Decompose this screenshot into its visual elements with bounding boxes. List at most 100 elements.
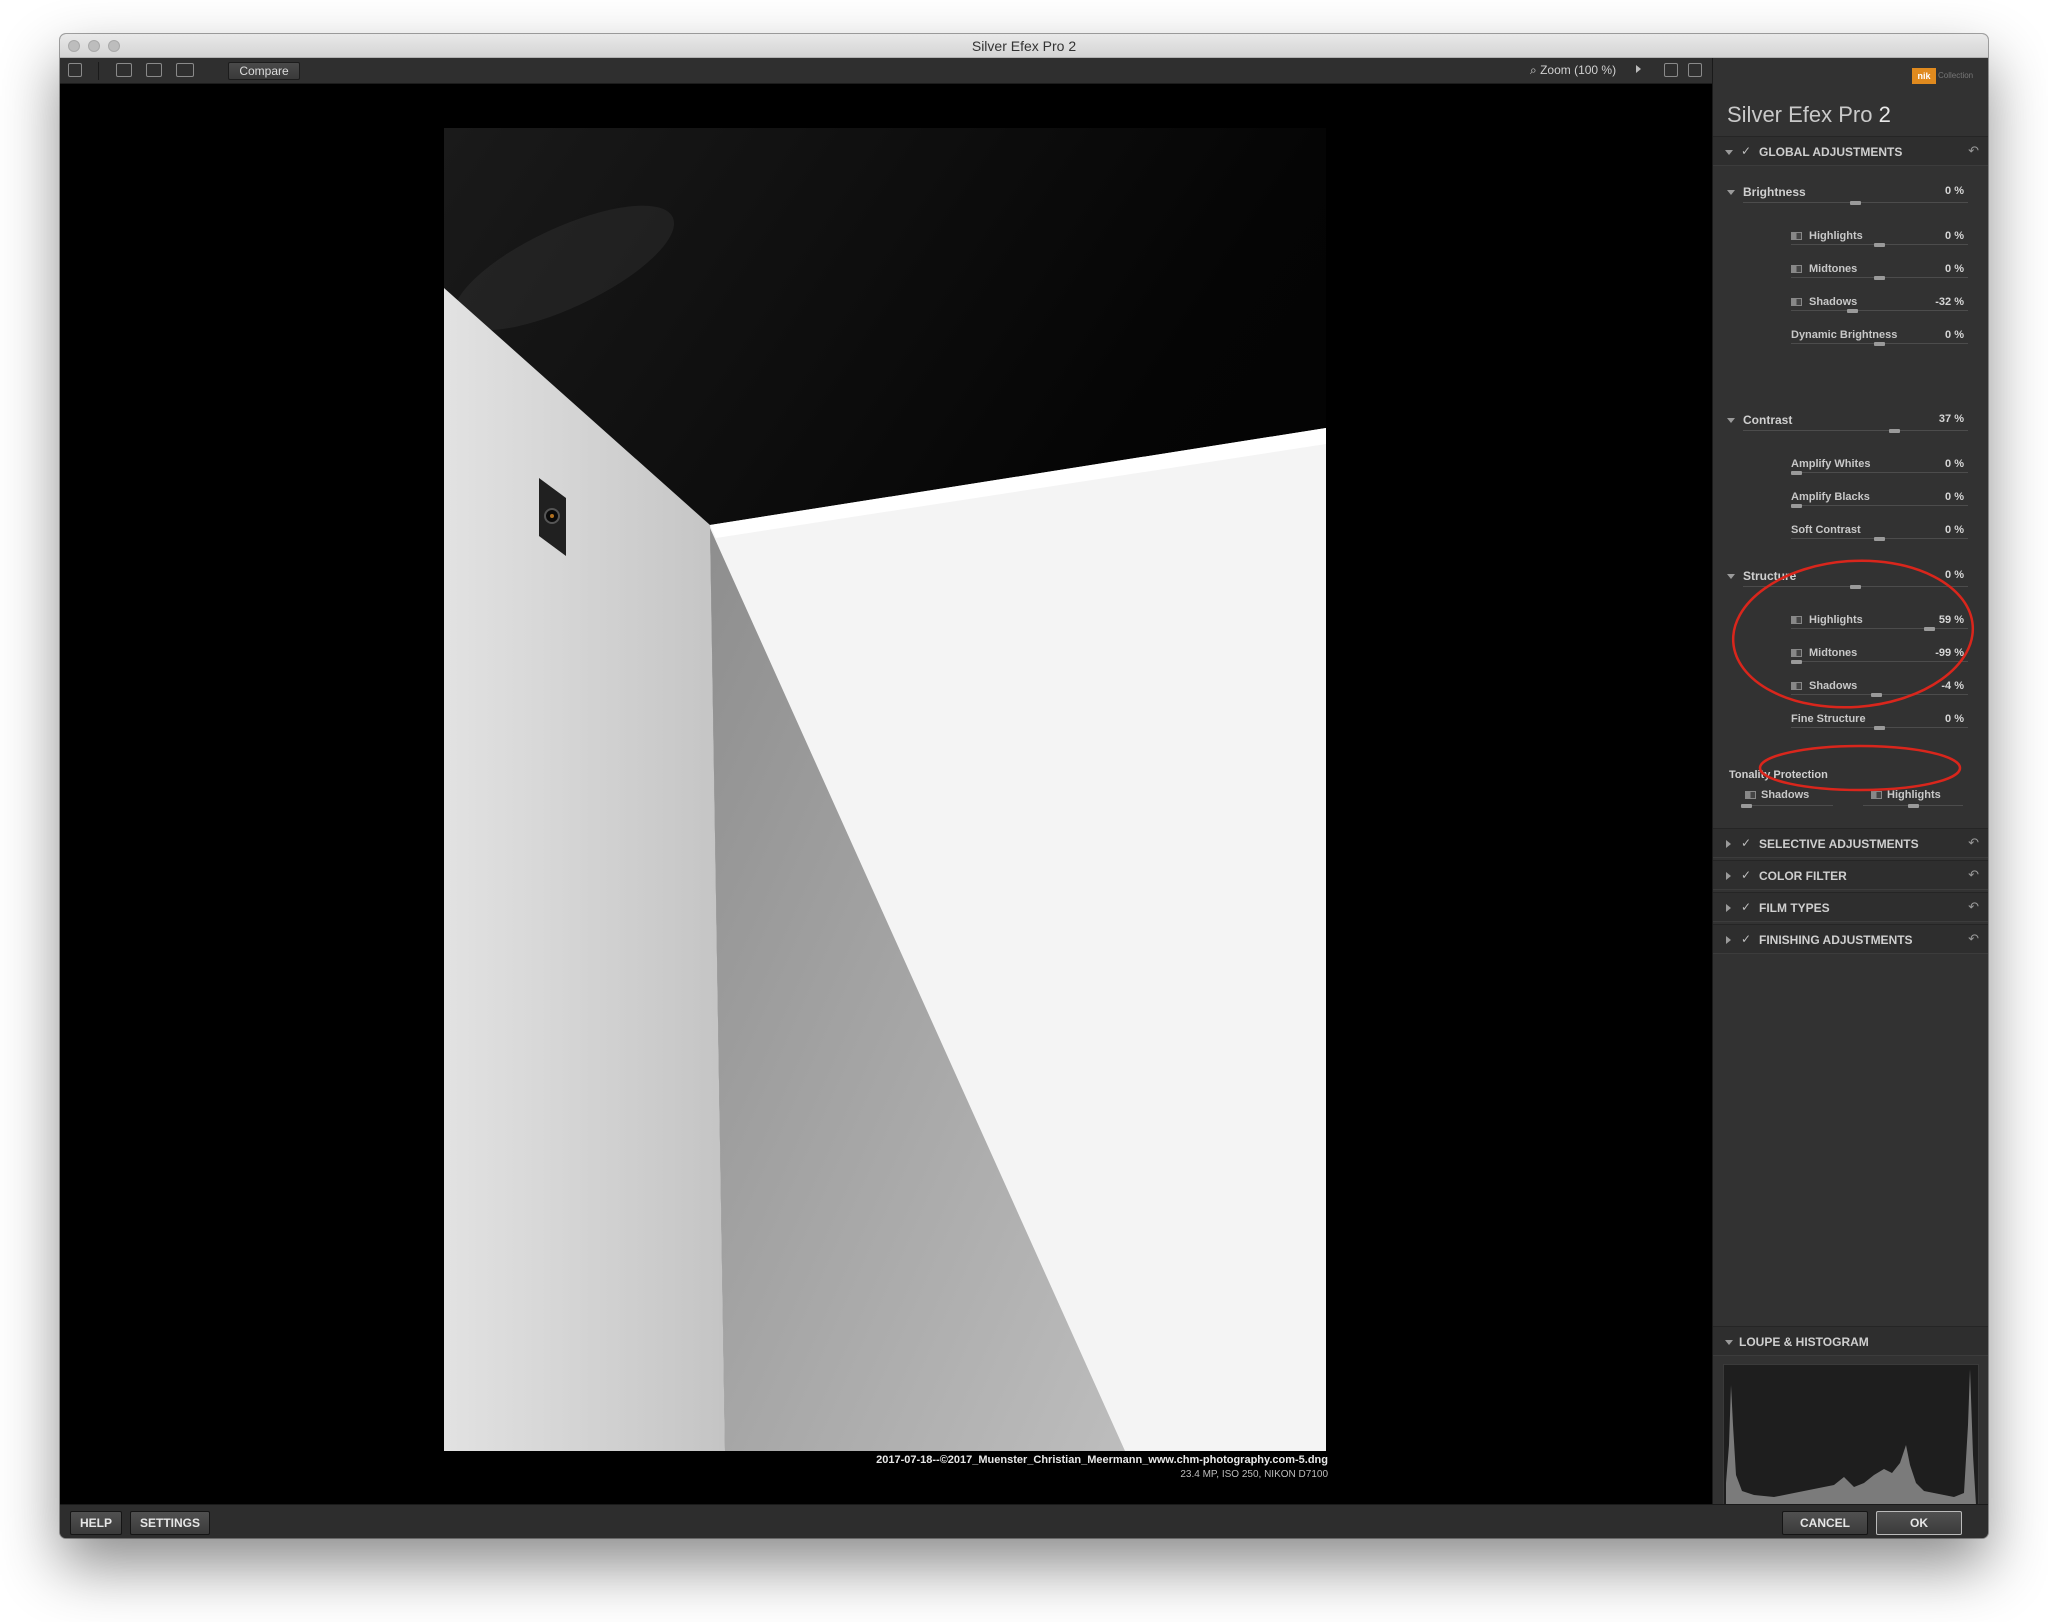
brightness-dynamic-brightness-slider[interactable]	[1791, 341, 1968, 347]
expand-arrow-icon[interactable]	[1726, 840, 1731, 848]
slider-handle[interactable]	[1874, 243, 1885, 247]
reset-icon[interactable]: ↶	[1968, 143, 1979, 159]
collapse-arrow-icon[interactable]	[1725, 150, 1733, 155]
contrast-amplify-blacks-label: Amplify Blacks	[1791, 491, 1870, 503]
preview-area: Compare ⌕ Zoom (100 %) 2017-07-18--©2017…	[60, 58, 1712, 1528]
slider-handle[interactable]	[1924, 627, 1935, 631]
brightness-shadows-slider[interactable]	[1791, 308, 1968, 314]
tonality-highlights-slider[interactable]	[1863, 803, 1963, 809]
collapse-arrow-icon[interactable]	[1725, 1340, 1733, 1345]
reset-icon[interactable]: ↶	[1968, 931, 1979, 947]
expand-arrow-icon[interactable]	[1726, 904, 1731, 912]
contrast-soft-contrast-value: 0 %	[1945, 524, 1964, 536]
settings-button[interactable]: SETTINGS	[130, 1511, 210, 1535]
contrast-amplify-whites-slider[interactable]	[1791, 470, 1968, 476]
section-global-adjustments[interactable]: ✓ GLOBAL ADJUSTMENTS ↶	[1713, 136, 1988, 166]
slider-track[interactable]	[1791, 628, 1968, 629]
nik-logo-suffix: Collection	[1938, 71, 1974, 80]
slider-handle[interactable]	[1850, 201, 1861, 205]
nik-collection-logo: nik Collection	[1912, 68, 1980, 84]
enable-checkmark-icon[interactable]: ✓	[1741, 836, 1751, 850]
reset-icon[interactable]: ↶	[1968, 899, 1979, 915]
expand-arrow-icon[interactable]	[1726, 872, 1731, 880]
structure-midtones-label: Midtones	[1809, 647, 1858, 659]
contrast-soft-contrast-label: Soft Contrast	[1791, 524, 1861, 536]
slider-track[interactable]	[1791, 472, 1968, 473]
tonality-shadows-slider[interactable]	[1741, 803, 1833, 809]
contrast-soft-contrast-slider[interactable]	[1791, 536, 1968, 542]
slider-track[interactable]	[1791, 310, 1968, 311]
enable-checkmark-icon[interactable]: ✓	[1741, 868, 1751, 882]
slider-handle[interactable]	[1741, 804, 1752, 808]
structure-midtones-slider[interactable]	[1791, 659, 1968, 665]
ok-button[interactable]: OK	[1876, 1511, 1962, 1535]
enable-checkmark-icon[interactable]: ✓	[1741, 932, 1751, 946]
brightness-shadows-icon	[1791, 298, 1802, 306]
brightness-dynamic-brightness-label: Dynamic Brightness	[1791, 329, 1898, 341]
slider-handle[interactable]	[1791, 504, 1802, 508]
structure-slider[interactable]	[1743, 584, 1968, 590]
brightness-collapse-icon[interactable]	[1727, 190, 1735, 195]
section-film-types[interactable]: ✓ FILM TYPES ↶	[1713, 892, 1988, 922]
section-label: SELECTIVE ADJUSTMENTS	[1759, 837, 1919, 851]
section-finishing-adjustments[interactable]: ✓ FINISHING ADJUSTMENTS ↶	[1713, 924, 1988, 954]
side-by-side-view-icon[interactable]	[176, 63, 194, 77]
enable-checkmark-icon[interactable]: ✓	[1741, 144, 1751, 158]
brightness-highlights-slider[interactable]	[1791, 242, 1968, 248]
app-window: Silver Efex Pro 2 Compare ⌕ Zoom (100 %)	[60, 34, 1988, 1538]
slider-track[interactable]	[1741, 805, 1833, 806]
slider-handle[interactable]	[1847, 309, 1858, 313]
structure-collapse-icon[interactable]	[1727, 574, 1735, 579]
structure-shadows-slider[interactable]	[1791, 692, 1968, 698]
slider-handle[interactable]	[1850, 585, 1861, 589]
section-color-filter[interactable]: ✓ COLOR FILTER ↶	[1713, 860, 1988, 890]
slider-track[interactable]	[1791, 505, 1968, 506]
slider-handle[interactable]	[1889, 429, 1900, 433]
structure-fine-structure-slider[interactable]	[1791, 725, 1968, 731]
slider-handle[interactable]	[1874, 537, 1885, 541]
brightness-slider[interactable]	[1743, 200, 1968, 206]
section-selective-adjustments[interactable]: ✓ SELECTIVE ADJUSTMENTS ↶	[1713, 828, 1988, 858]
brightness-midtones-slider[interactable]	[1791, 275, 1968, 281]
brightness-dynamic-brightness-value: 0 %	[1945, 329, 1964, 341]
cancel-button[interactable]: CANCEL	[1782, 1511, 1868, 1535]
photo-preview[interactable]	[444, 128, 1326, 1451]
section-label: COLOR FILTER	[1759, 869, 1847, 883]
zoom-control[interactable]: ⌕ Zoom (100 %)	[1530, 63, 1616, 78]
single-view-icon[interactable]	[116, 63, 132, 77]
compare-button[interactable]: Compare	[228, 62, 300, 80]
slider-handle[interactable]	[1908, 804, 1919, 808]
enable-checkmark-icon[interactable]: ✓	[1741, 900, 1751, 914]
expand-arrow-icon[interactable]	[1726, 936, 1731, 944]
brightness-highlights-icon	[1791, 232, 1802, 240]
contrast-collapse-icon[interactable]	[1727, 418, 1735, 423]
split-view-icon[interactable]	[146, 63, 162, 77]
structure-fine-structure-value: 0 %	[1945, 713, 1964, 725]
contrast-slider[interactable]	[1743, 428, 1968, 434]
background-icon[interactable]	[1688, 63, 1702, 77]
structure-highlights-slider[interactable]	[1791, 626, 1968, 632]
slider-track[interactable]	[1791, 661, 1968, 662]
contrast-value: 37 %	[1938, 413, 1964, 425]
title-bar: Silver Efex Pro 2	[60, 34, 1988, 58]
brightness-shadows-value: -32 %	[1935, 296, 1964, 308]
slider-handle[interactable]	[1791, 471, 1802, 475]
structure-highlights-label: Highlights	[1809, 614, 1863, 626]
slider-handle[interactable]	[1871, 693, 1882, 697]
contrast-amplify-blacks-slider[interactable]	[1791, 503, 1968, 509]
zoom-arrow-icon[interactable]	[1636, 65, 1641, 73]
section-loupe-histogram[interactable]: LOUPE & HISTOGRAM	[1713, 1326, 1988, 1356]
browser-toggle-icon[interactable]	[68, 63, 82, 77]
slider-handle[interactable]	[1874, 726, 1885, 730]
brightness-highlights-label: Highlights	[1809, 230, 1863, 242]
slider-handle[interactable]	[1874, 276, 1885, 280]
reset-icon[interactable]: ↶	[1968, 867, 1979, 883]
loupe-icon[interactable]	[1664, 63, 1678, 77]
histogram	[1723, 1364, 1979, 1506]
contrast-amplify-blacks-value: 0 %	[1945, 491, 1964, 503]
reset-icon[interactable]: ↶	[1968, 835, 1979, 851]
slider-handle[interactable]	[1791, 660, 1802, 664]
slider-handle[interactable]	[1874, 342, 1885, 346]
slider-track[interactable]	[1743, 430, 1968, 431]
help-button[interactable]: HELP	[70, 1511, 122, 1535]
